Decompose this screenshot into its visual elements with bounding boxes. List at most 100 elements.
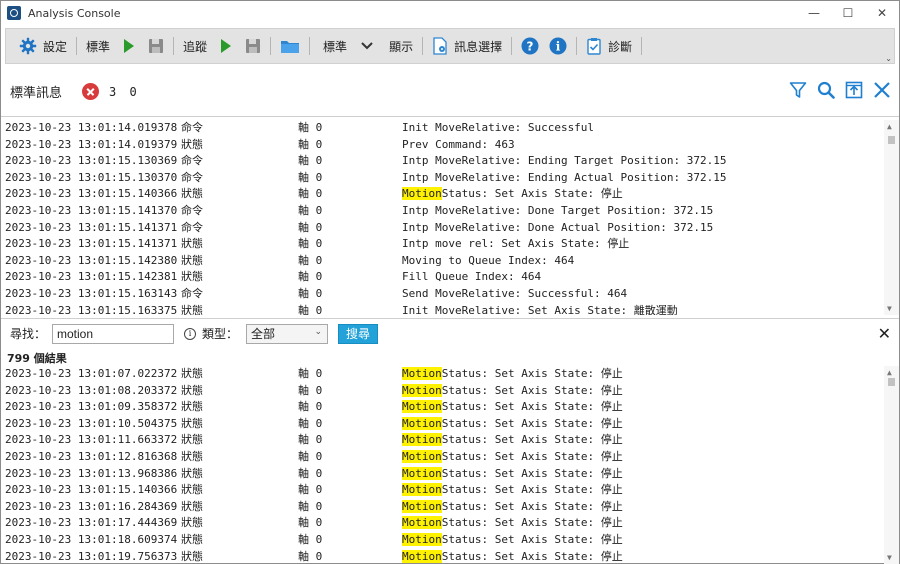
standard-label: 標準 (86, 39, 111, 54)
log-message: MotionStatus: Set Axis State: 停止 (402, 366, 623, 383)
export-button[interactable] (844, 79, 863, 101)
log-row[interactable]: 2023-10-23 13:01:19.756373 狀態 軸 0 MotionSta… (1, 549, 899, 564)
log-message-text: Fill Queue Index: 464 (402, 270, 542, 284)
window-title: Analysis Console (28, 6, 121, 20)
standard-play-button[interactable] (115, 31, 143, 61)
close-search-button[interactable]: ✕ (878, 324, 891, 343)
log-row[interactable]: 2023-10-23 13:01:07.022372 狀態 軸 0 MotionSta… (1, 366, 899, 383)
log-message-text: Status: Set Axis State: 停止 (441, 532, 623, 546)
standard-save-button[interactable] (143, 31, 169, 61)
log-axis: 軸 0 (298, 367, 323, 380)
log-row[interactable]: 2023-10-23 13:01:09.358372 狀態 軸 0 MotionSta… (1, 399, 899, 416)
log-timestamp: 2023-10-23 13:01:15.142381 (5, 270, 178, 284)
panel-title: 標準訊息 (10, 86, 63, 101)
info-circle-icon: i (184, 327, 197, 340)
log-axis: 軸 0 (298, 187, 323, 201)
log-type: 狀態 (181, 400, 203, 414)
log-row[interactable]: 2023-10-23 13:01:08.203372 狀態 軸 0 MotionSta… (1, 383, 899, 400)
log-row[interactable]: 2023-10-23 13:01:16.284369 狀態 軸 0 MotionSta… (1, 499, 899, 516)
help-icon: ? (521, 37, 539, 55)
toolbar-divider (511, 37, 513, 55)
log-row[interactable]: 2023-10-23 13:01:11.663372 狀態 軸 0 MotionSta… (1, 432, 899, 449)
display-button[interactable]: 顯示 (378, 31, 418, 61)
scroll-up-icon[interactable]: ▲ (887, 368, 892, 377)
log-type: 狀態 (181, 433, 203, 447)
search-highlight: Motion (402, 483, 442, 497)
info-button[interactable]: i (544, 31, 572, 61)
log-row[interactable]: 2023-10-23 13:01:13.968386 狀態 軸 0 MotionSta… (1, 466, 899, 483)
type-select[interactable]: 全部 ⌄ (246, 323, 329, 344)
log-row[interactable]: 2023-10-23 13:01:17.444369 狀態 軸 0 MotionSta… (1, 515, 899, 532)
toolbar-overflow-icon[interactable]: ⌄ (885, 54, 892, 63)
scroll-down-icon[interactable]: ▼ (887, 304, 892, 313)
scroll-up-icon[interactable]: ▲ (887, 122, 892, 131)
log-row[interactable]: 2023-10-23 13:01:15.163375 狀態 軸 0 Init Move… (1, 303, 899, 315)
log-row[interactable]: 2023-10-23 13:01:18.609374 狀態 軸 0 MotionSta… (1, 532, 899, 549)
scroll-down-icon[interactable]: ▼ (887, 553, 892, 562)
level-label: 標準 (323, 39, 348, 54)
log-message: Intp MoveRelative: Done Actual Position:… (402, 220, 713, 237)
log-row[interactable]: 2023-10-23 13:01:15.140366 狀態 軸 0 MotionSta… (1, 186, 899, 203)
open-folder-button[interactable] (275, 31, 305, 61)
standard-log-button[interactable]: 標準 (81, 31, 115, 61)
scroll-thumb[interactable] (888, 378, 895, 386)
log-message-text: Status: Set Axis State: 停止 (441, 433, 623, 447)
log-row[interactable]: 2023-10-23 13:01:15.163143 命令 軸 0 Send Move… (1, 286, 899, 303)
log-row[interactable]: 2023-10-23 13:01:15.130369 命令 軸 0 Intp Move… (1, 153, 899, 170)
search-submit-button[interactable]: 搜尋 (338, 323, 379, 344)
log-message-text: Intp MoveRelative: Done Target Position:… (402, 203, 714, 217)
log-message: MotionStatus: Set Axis State: 停止 (402, 466, 623, 483)
help-button[interactable]: ? (516, 31, 544, 61)
log-axis: 軸 0 (298, 253, 323, 267)
toolbar-divider (270, 37, 272, 55)
toolbar-divider (576, 37, 578, 55)
trace-log-button[interactable]: 追蹤 (178, 31, 212, 61)
log-row[interactable]: 2023-10-23 13:01:15.142381 狀態 軸 0 Fill Queu… (1, 269, 899, 286)
trace-save-button[interactable] (240, 31, 266, 61)
log-type: 命令 (181, 203, 203, 217)
document-settings-icon (433, 37, 447, 55)
search-input[interactable]: motion (52, 323, 175, 344)
log-row[interactable]: 2023-10-23 13:01:15.140366 狀態 軸 0 MotionSta… (1, 482, 899, 499)
scroll-thumb[interactable] (888, 136, 895, 144)
log-message-text: Intp MoveRelative: Done Actual Position:… (402, 220, 714, 234)
window-controls: — ☐ ✕ (797, 1, 899, 25)
level-dropdown[interactable]: 標準 (314, 31, 378, 61)
log-scrollbar[interactable]: ▲ ▼ (884, 120, 899, 315)
log-type: 狀態 (181, 187, 203, 201)
log-row[interactable]: 2023-10-23 13:01:15.130370 命令 軸 0 Intp Move… (1, 170, 899, 187)
diagnose-button[interactable]: 診斷 (581, 31, 637, 61)
log-type: 命令 (181, 121, 203, 134)
filter-button[interactable] (788, 79, 807, 101)
log-timestamp: 2023-10-23 13:01:15.140366 (5, 483, 178, 497)
log-message: Intp MoveRelative: Ending Actual Positio… (402, 170, 727, 187)
clear-button[interactable] (872, 79, 891, 101)
search-button[interactable] (816, 79, 835, 101)
close-window-button[interactable]: ✕ (865, 1, 899, 25)
log-row[interactable]: 2023-10-23 13:01:15.141370 命令 軸 0 Intp Move… (1, 203, 899, 220)
log-type: 狀態 (181, 532, 203, 546)
settings-button[interactable]: 設定 (14, 31, 72, 61)
export-icon (845, 81, 862, 99)
log-message: Intp MoveRelative: Ending Target Positio… (402, 153, 727, 170)
minimize-button[interactable]: — (797, 1, 831, 25)
search-highlight: Motion (402, 416, 442, 430)
log-row[interactable]: 2023-10-23 13:01:15.142380 狀態 軸 0 Moving to… (1, 253, 899, 270)
results-scrollbar[interactable]: ▲ ▼ (884, 366, 899, 564)
trace-play-button[interactable] (212, 31, 240, 61)
log-row[interactable]: 2023-10-23 13:01:15.141371 命令 軸 0 Intp Move… (1, 220, 899, 237)
log-axis: 軸 0 (298, 303, 323, 315)
log-axis: 軸 0 (298, 383, 323, 397)
toolbar-divider (422, 37, 424, 55)
log-row[interactable]: 2023-10-23 13:01:14.019378 命令 軸 0 Init Move… (1, 120, 899, 137)
log-type: 狀態 (181, 383, 203, 397)
log-row[interactable]: 2023-10-23 13:01:12.816368 狀態 軸 0 MotionSta… (1, 449, 899, 466)
log-message: Fill Queue Index: 464 (402, 269, 541, 286)
message-select-button[interactable]: 訊息選擇 (427, 31, 507, 61)
log-row[interactable]: 2023-10-23 13:01:14.019379 狀態 軸 0 Prev Comm… (1, 137, 899, 154)
log-row[interactable]: 2023-10-23 13:01:15.141371 狀態 軸 0 Intp move… (1, 236, 899, 253)
log-row[interactable]: 2023-10-23 13:01:10.504375 狀態 軸 0 MotionSta… (1, 416, 899, 433)
play-icon (221, 39, 232, 53)
maximize-button[interactable]: ☐ (831, 1, 865, 25)
log-timestamp: 2023-10-23 13:01:15.130369 (5, 154, 178, 168)
